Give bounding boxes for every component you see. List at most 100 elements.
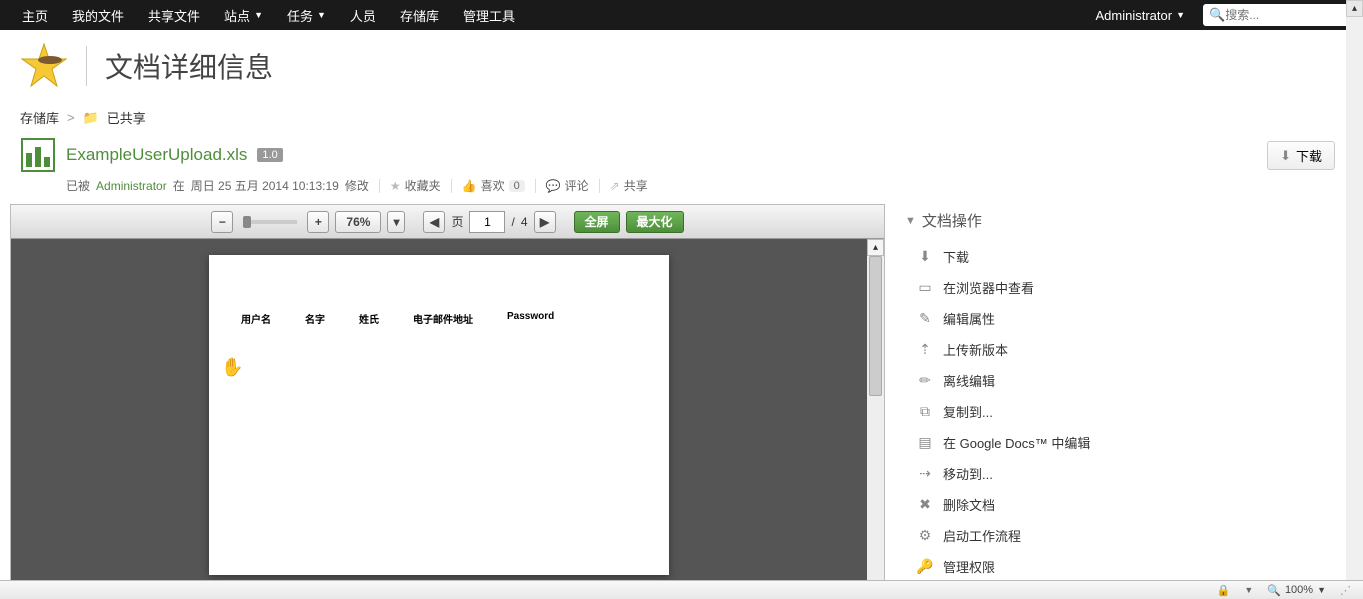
side-panel: ▼ 文档操作 ⬇下载 ▭在浏览器中查看 ✎编辑属性 ⇡上传新版本 ✏离线编辑 ⧉… xyxy=(905,204,1343,584)
resize-grip-icon[interactable]: ⋰ xyxy=(1340,584,1351,597)
preview-page: 用户名 名字 姓氏 电子邮件地址 Password ✋ xyxy=(209,255,669,575)
preview-body[interactable]: 用户名 名字 姓氏 电子邮件地址 Password ✋ xyxy=(11,239,867,583)
doc-meta: 已被 Administrator 在 周日 25 五月 2014 10:13:1… xyxy=(0,173,1363,204)
page-label: 页 xyxy=(451,213,463,230)
doc-name: ExampleUserUpload.xls xyxy=(66,145,247,165)
pencil-icon: ✏ xyxy=(917,373,933,389)
nav-shared[interactable]: 共享文件 xyxy=(136,0,212,30)
zoom-in-button[interactable]: + xyxy=(307,211,329,233)
action-copy-to[interactable]: ⧉复制到... xyxy=(905,396,1343,427)
zoom-icon: 🔍 xyxy=(1267,584,1281,597)
breadcrumb-root[interactable]: 存储库 xyxy=(20,108,59,127)
version-badge: 1.0 xyxy=(257,148,282,162)
star-icon: ★ xyxy=(390,179,401,193)
col-header: Password xyxy=(507,311,554,326)
app-logo-icon xyxy=(20,42,68,90)
col-header: 姓氏 xyxy=(359,311,379,326)
chevron-down-icon: ▼ xyxy=(317,10,326,20)
breadcrumb: 存储库 > 📁 已共享 xyxy=(0,108,1363,137)
col-header: 电子邮件地址 xyxy=(413,311,473,326)
nav-myfiles[interactable]: 我的文件 xyxy=(60,0,136,30)
upload-icon: ⇡ xyxy=(917,342,933,358)
key-icon: 🔑 xyxy=(917,559,933,575)
search-box[interactable]: 🔍 xyxy=(1203,4,1353,26)
zoom-indicator[interactable]: 🔍 100% ▼ xyxy=(1267,584,1326,597)
comment-button[interactable]: 💬评论 xyxy=(546,177,589,194)
edit-icon: ✎ xyxy=(917,311,933,327)
action-view-browser[interactable]: ▭在浏览器中查看 xyxy=(905,272,1343,303)
maximize-button[interactable]: 最大化 xyxy=(626,211,684,233)
nav-tasks[interactable]: 任务▼ xyxy=(275,0,338,30)
status-bar: 🔒 ▼ 🔍 100% ▼ ⋰ xyxy=(0,580,1363,599)
search-input[interactable] xyxy=(1225,8,1347,22)
action-permissions[interactable]: 🔑管理权限 xyxy=(905,551,1343,582)
collapse-icon: ▼ xyxy=(905,215,916,227)
comment-icon: 💬 xyxy=(546,179,561,193)
action-upload-version[interactable]: ⇡上传新版本 xyxy=(905,334,1343,365)
favorite-button[interactable]: ★收藏夹 xyxy=(390,177,441,194)
hand-cursor-icon: ✋ xyxy=(221,357,243,378)
chevron-down-icon: ▼ xyxy=(1317,585,1326,595)
nav-home[interactable]: 主页 xyxy=(10,0,60,30)
top-nav: 主页 我的文件 共享文件 站点▼ 任务▼ 人员 存储库 管理工具 Adminis… xyxy=(0,0,1363,30)
copy-icon: ⧉ xyxy=(917,404,933,420)
spreadsheet-icon xyxy=(20,137,56,173)
doc-actions-list: ⬇下载 ▭在浏览器中查看 ✎编辑属性 ⇡上传新版本 ✏离线编辑 ⧉复制到... … xyxy=(905,241,1343,582)
user-menu[interactable]: Administrator▼ xyxy=(1086,8,1196,23)
like-count: 0 xyxy=(509,180,525,192)
browser-icon: ▭ xyxy=(917,280,933,296)
meta-date: 周日 25 五月 2014 10:13:19 xyxy=(191,177,339,194)
action-workflow[interactable]: ⚙启动工作流程 xyxy=(905,520,1343,551)
status-chevron-icon[interactable]: ▼ xyxy=(1244,585,1253,595)
download-icon: ⬇ xyxy=(1280,148,1291,164)
prev-page-button[interactable]: ◀ xyxy=(423,211,445,233)
scroll-up-button[interactable]: ▴ xyxy=(867,239,884,256)
zoom-level[interactable]: 76% xyxy=(335,211,381,233)
move-icon: ⇢ xyxy=(917,466,933,482)
action-edit-props[interactable]: ✎编辑属性 xyxy=(905,303,1343,334)
nav-admin[interactable]: 管理工具 xyxy=(451,0,527,30)
zoom-out-button[interactable]: − xyxy=(211,211,233,233)
breadcrumb-current[interactable]: 已共享 xyxy=(107,108,146,127)
search-icon: 🔍 xyxy=(1209,7,1225,23)
download-icon: ⬇ xyxy=(917,249,933,265)
like-button[interactable]: 👍喜欢0 xyxy=(462,177,525,194)
thumbs-up-icon: 👍 xyxy=(462,179,477,193)
nav-sites[interactable]: 站点▼ xyxy=(212,0,275,30)
download-button[interactable]: ⬇ 下载 xyxy=(1267,141,1335,170)
zoom-dropdown-button[interactable]: ▾ xyxy=(387,211,405,233)
window-scrollbar[interactable]: ▴ xyxy=(1346,0,1363,580)
action-delete[interactable]: ✖删除文档 xyxy=(905,489,1343,520)
breadcrumb-sep: > xyxy=(67,110,75,125)
scroll-thumb[interactable] xyxy=(869,256,882,396)
action-gdocs-edit[interactable]: ▤在 Google Docs™ 中编辑 xyxy=(905,427,1343,458)
nav-people[interactable]: 人员 xyxy=(338,0,388,30)
page-sep: / xyxy=(511,215,514,229)
meta-user-link[interactable]: Administrator xyxy=(96,179,167,193)
nav-repo[interactable]: 存储库 xyxy=(388,0,451,30)
next-page-button[interactable]: ▶ xyxy=(534,211,556,233)
gdocs-icon: ▤ xyxy=(917,435,933,451)
col-header: 用户名 xyxy=(241,311,271,326)
page-total: 4 xyxy=(521,215,528,229)
preview-scrollbar[interactable]: ▴ xyxy=(867,239,884,583)
action-move-to[interactable]: ⇢移动到... xyxy=(905,458,1343,489)
doc-title-row: ExampleUserUpload.xls 1.0 ⬇ 下载 xyxy=(0,137,1363,173)
zoom-slider[interactable] xyxy=(243,220,297,224)
folder-icon: 📁 xyxy=(83,110,99,126)
delete-icon: ✖ xyxy=(917,497,933,513)
preview-toolbar: − + 76% ▾ ◀ 页 / 4 ▶ 全屏 最大化 xyxy=(11,205,884,239)
preview-pane: − + 76% ▾ ◀ 页 / 4 ▶ 全屏 最大化 用户名 名字 姓氏 电子邮… xyxy=(10,204,885,584)
action-offline-edit[interactable]: ✏离线编辑 xyxy=(905,365,1343,396)
chevron-down-icon: ▼ xyxy=(254,10,263,20)
fullscreen-button[interactable]: 全屏 xyxy=(574,211,620,233)
scroll-up-button[interactable]: ▴ xyxy=(1346,0,1363,17)
col-header: 名字 xyxy=(305,311,325,326)
page-input[interactable] xyxy=(469,211,505,233)
share-button[interactable]: ⇗共享 xyxy=(610,177,648,194)
share-icon: ⇗ xyxy=(610,179,620,193)
side-panel-header[interactable]: ▼ 文档操作 xyxy=(905,210,1343,231)
action-download[interactable]: ⬇下载 xyxy=(905,241,1343,272)
page-title: 文档详细信息 xyxy=(86,46,273,86)
security-icon[interactable]: 🔒 xyxy=(1217,584,1231,597)
